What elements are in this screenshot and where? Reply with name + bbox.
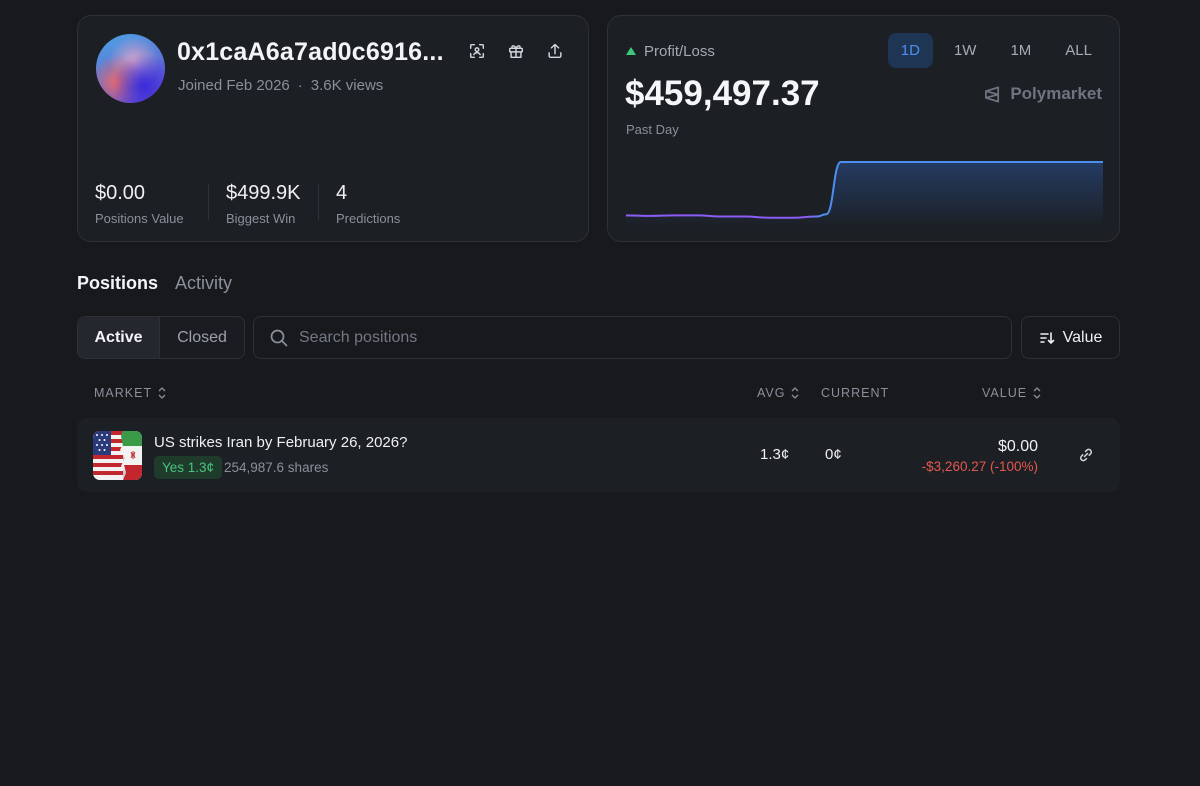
divider [318, 184, 319, 220]
stat-label: Biggest Win [226, 211, 296, 226]
sort-arrows-icon [792, 387, 799, 399]
sort-arrows-icon [158, 387, 166, 399]
stat-label: Predictions [336, 211, 401, 226]
current-price: 0¢ [825, 446, 842, 463]
sort-icon [1039, 331, 1054, 344]
column-current: CURRENT [821, 386, 889, 400]
stat-predictions: 4 Predictions [336, 182, 400, 226]
range-tab-1w[interactable]: 1W [941, 33, 990, 68]
position-value: $0.00 [997, 438, 1038, 455]
link-icon[interactable] [1078, 447, 1094, 463]
column-market[interactable]: MARKET [94, 386, 167, 400]
outcome-badge: Yes 1.3¢ [154, 456, 223, 479]
range-tab-1d[interactable]: 1D [887, 33, 933, 68]
polymarket-logo-icon [985, 86, 1000, 102]
tab-positions[interactable]: Positions [77, 273, 158, 294]
column-value[interactable]: VALUE [982, 386, 1042, 400]
shares-count: 254,987.6 shares [224, 460, 329, 475]
meta-separator: · [297, 77, 303, 94]
pnl-period: Past Day [626, 122, 679, 137]
stat-value: 4 [336, 182, 348, 204]
avatar [96, 34, 165, 103]
avg-price: 1.3¢ [760, 446, 790, 463]
username: 0x1caA6a7ad0c6916... [177, 38, 444, 66]
search-input[interactable] [299, 328, 979, 347]
brand-name: Polymarket [1010, 84, 1102, 103]
filter-closed-button[interactable]: Closed [160, 317, 244, 358]
stat-value: $0.00 [95, 182, 146, 204]
share-icon[interactable] [546, 42, 564, 60]
stat-biggest-win: $499.9K Biggest Win [226, 182, 301, 226]
column-label: CURRENT [821, 386, 890, 400]
search-box [253, 316, 1012, 359]
profile-card: 0x1caA6a7ad0c6916... Joined Feb 2026 · 3.6… [77, 15, 589, 242]
gift-icon[interactable] [507, 42, 525, 60]
pnl-card: Profit/Loss $459,497.37 Past Day 1D 1W 1… [607, 15, 1120, 242]
profile-meta: Joined Feb 2026 · 3.6K views [178, 77, 383, 94]
main-tabs: Positions Activity [77, 273, 232, 294]
view-count: 3.6K views [310, 77, 384, 94]
stat-value: $499.9K [226, 182, 301, 204]
qr-scan-icon[interactable] [468, 42, 486, 60]
column-avg[interactable]: AVG [757, 386, 800, 400]
range-tab-1m[interactable]: 1M [997, 33, 1044, 68]
range-tabs: 1D 1W 1M ALL [887, 33, 1105, 68]
tab-activity[interactable]: Activity [175, 273, 232, 294]
sort-button[interactable]: Value [1021, 316, 1120, 359]
pnl-label-text: Profit/Loss [644, 43, 715, 60]
filter-active-button[interactable]: Active [78, 317, 160, 358]
triangle-up-icon [626, 47, 636, 55]
column-label: MARKET [94, 386, 153, 400]
column-label: AVG [757, 386, 786, 400]
stat-label: Positions Value [95, 211, 184, 226]
sort-label: Value [1062, 328, 1103, 346]
pnl-area [626, 162, 1103, 228]
range-tab-all[interactable]: ALL [1052, 33, 1105, 68]
table-row[interactable]: US strikes Iran by February 26, 2026? Ye… [77, 418, 1120, 492]
market-title[interactable]: US strikes Iran by February 26, 2026? [154, 434, 407, 451]
divider [208, 184, 209, 220]
market-thumbnail [93, 431, 142, 480]
brand: Polymarket [983, 84, 1102, 104]
stat-positions-value: $0.00 Positions Value [95, 182, 184, 226]
joined-date: Joined Feb 2026 [178, 77, 290, 94]
search-icon [270, 329, 288, 346]
position-change: -$3,260.27 (-100%) [921, 459, 1038, 474]
pnl-label: Profit/Loss [626, 43, 715, 60]
status-toggle: Active Closed [77, 316, 245, 359]
pnl-value: $459,497.37 [625, 74, 820, 113]
us-iran-flags-image [93, 431, 142, 480]
sort-arrows-icon [1033, 387, 1041, 399]
pnl-chart [626, 161, 1103, 228]
column-label: VALUE [982, 386, 1028, 400]
